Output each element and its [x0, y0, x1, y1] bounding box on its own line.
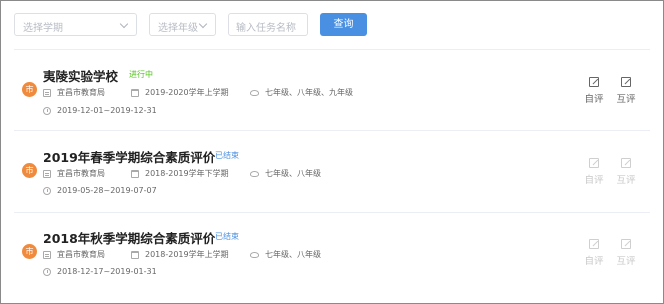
edit-icon [621, 239, 631, 249]
peer-eval-button[interactable]: 互评 [610, 239, 642, 267]
avatar: 市 [22, 244, 37, 259]
grade-icon [250, 251, 259, 258]
edit-icon [589, 239, 599, 249]
self-eval-label: 自评 [584, 256, 604, 267]
document-icon [43, 250, 51, 259]
self-eval-button[interactable]: 自评 [578, 158, 610, 186]
clock-icon [43, 106, 51, 115]
grade-select-placeholder: 选择年级 [158, 23, 198, 34]
document-icon [43, 169, 51, 178]
self-eval-label: 自评 [584, 175, 604, 186]
avatar: 市 [22, 163, 37, 178]
task-actions: 自评 互评 [578, 239, 642, 267]
peer-eval-label: 互评 [616, 94, 636, 105]
task-meta: 宜昌市教育局 2018-2019学年下学期 七年级、八年级 [43, 168, 321, 179]
task-date: 2018-12-17~2019-01-31 [43, 267, 157, 276]
edit-icon [589, 77, 599, 87]
org-name: 宜昌市教育局 [57, 169, 105, 178]
query-button[interactable]: 查询 [320, 13, 367, 36]
date-range: 2019-05-28~2019-07-07 [57, 186, 157, 195]
task-name-placeholder: 输入任务名称 [236, 23, 296, 34]
task-title[interactable]: 夷陵实验学校 [43, 66, 118, 85]
date-range: 2019-12-01~2019-12-31 [57, 106, 157, 115]
chevron-down-icon [198, 19, 208, 29]
avatar: 市 [22, 82, 37, 97]
self-eval-label: 自评 [584, 94, 604, 105]
semester-text: 2019-2020学年上学期 [145, 88, 229, 97]
grade-icon [250, 170, 259, 177]
peer-eval-label: 互评 [616, 256, 636, 267]
task-row: 市 夷陵实验学校 进行中 宜昌市教育局 2019-2020学年上学期 七年级、八… [14, 50, 650, 131]
task-row: 市 2018年秋季学期综合素质评价 已结束 宜昌市教育局 2018-2019学年… [14, 213, 650, 295]
grades-text: 七年级、八年级 [265, 169, 321, 178]
task-date: 2019-05-28~2019-07-07 [43, 186, 157, 195]
task-actions: 自评 互评 [578, 158, 642, 186]
grade-icon [250, 89, 259, 96]
semester-text: 2018-2019学年上学期 [145, 250, 229, 259]
status-badge: 已结束 [215, 151, 239, 160]
grades-text: 七年级、八年级 [265, 250, 321, 259]
self-eval-button[interactable]: 自评 [578, 77, 610, 105]
task-row: 市 2019年春季学期综合素质评价 已结束 宜昌市教育局 2018-2019学年… [14, 131, 650, 213]
calendar-icon [131, 169, 139, 178]
chevron-down-icon [119, 19, 129, 29]
grade-select[interactable]: 选择年级 [149, 13, 216, 36]
clock-icon [43, 267, 51, 276]
edit-icon [621, 77, 631, 87]
document-icon [43, 88, 51, 97]
task-name-input[interactable]: 输入任务名称 [228, 13, 308, 36]
task-actions: 自评 互评 [578, 77, 642, 105]
peer-eval-label: 互评 [616, 175, 636, 186]
filter-bar: 选择学期 选择年级 输入任务名称 查询 [14, 13, 367, 37]
status-badge: 进行中 [129, 70, 153, 79]
calendar-icon [131, 88, 139, 97]
org-name: 宜昌市教育局 [57, 250, 105, 259]
calendar-icon [131, 250, 139, 259]
org-name: 宜昌市教育局 [57, 88, 105, 97]
edit-icon [589, 158, 599, 168]
peer-eval-button[interactable]: 互评 [610, 158, 642, 186]
task-date: 2019-12-01~2019-12-31 [43, 106, 157, 115]
grades-text: 七年级、八年级、九年级 [265, 88, 353, 97]
task-meta: 宜昌市教育局 2018-2019学年上学期 七年级、八年级 [43, 249, 321, 260]
clock-icon [43, 186, 51, 195]
date-range: 2018-12-17~2019-01-31 [57, 267, 157, 276]
status-badge: 已结束 [215, 232, 239, 241]
task-title[interactable]: 2019年春季学期综合素质评价 [43, 147, 215, 166]
task-meta: 宜昌市教育局 2019-2020学年上学期 七年级、八年级、九年级 [43, 87, 353, 98]
self-eval-button[interactable]: 自评 [578, 239, 610, 267]
semester-select[interactable]: 选择学期 [14, 13, 137, 36]
peer-eval-button[interactable]: 互评 [610, 77, 642, 105]
semester-text: 2018-2019学年下学期 [145, 169, 229, 178]
semester-select-placeholder: 选择学期 [23, 23, 63, 34]
edit-icon [621, 158, 631, 168]
task-title[interactable]: 2018年秋季学期综合素质评价 [43, 228, 215, 247]
